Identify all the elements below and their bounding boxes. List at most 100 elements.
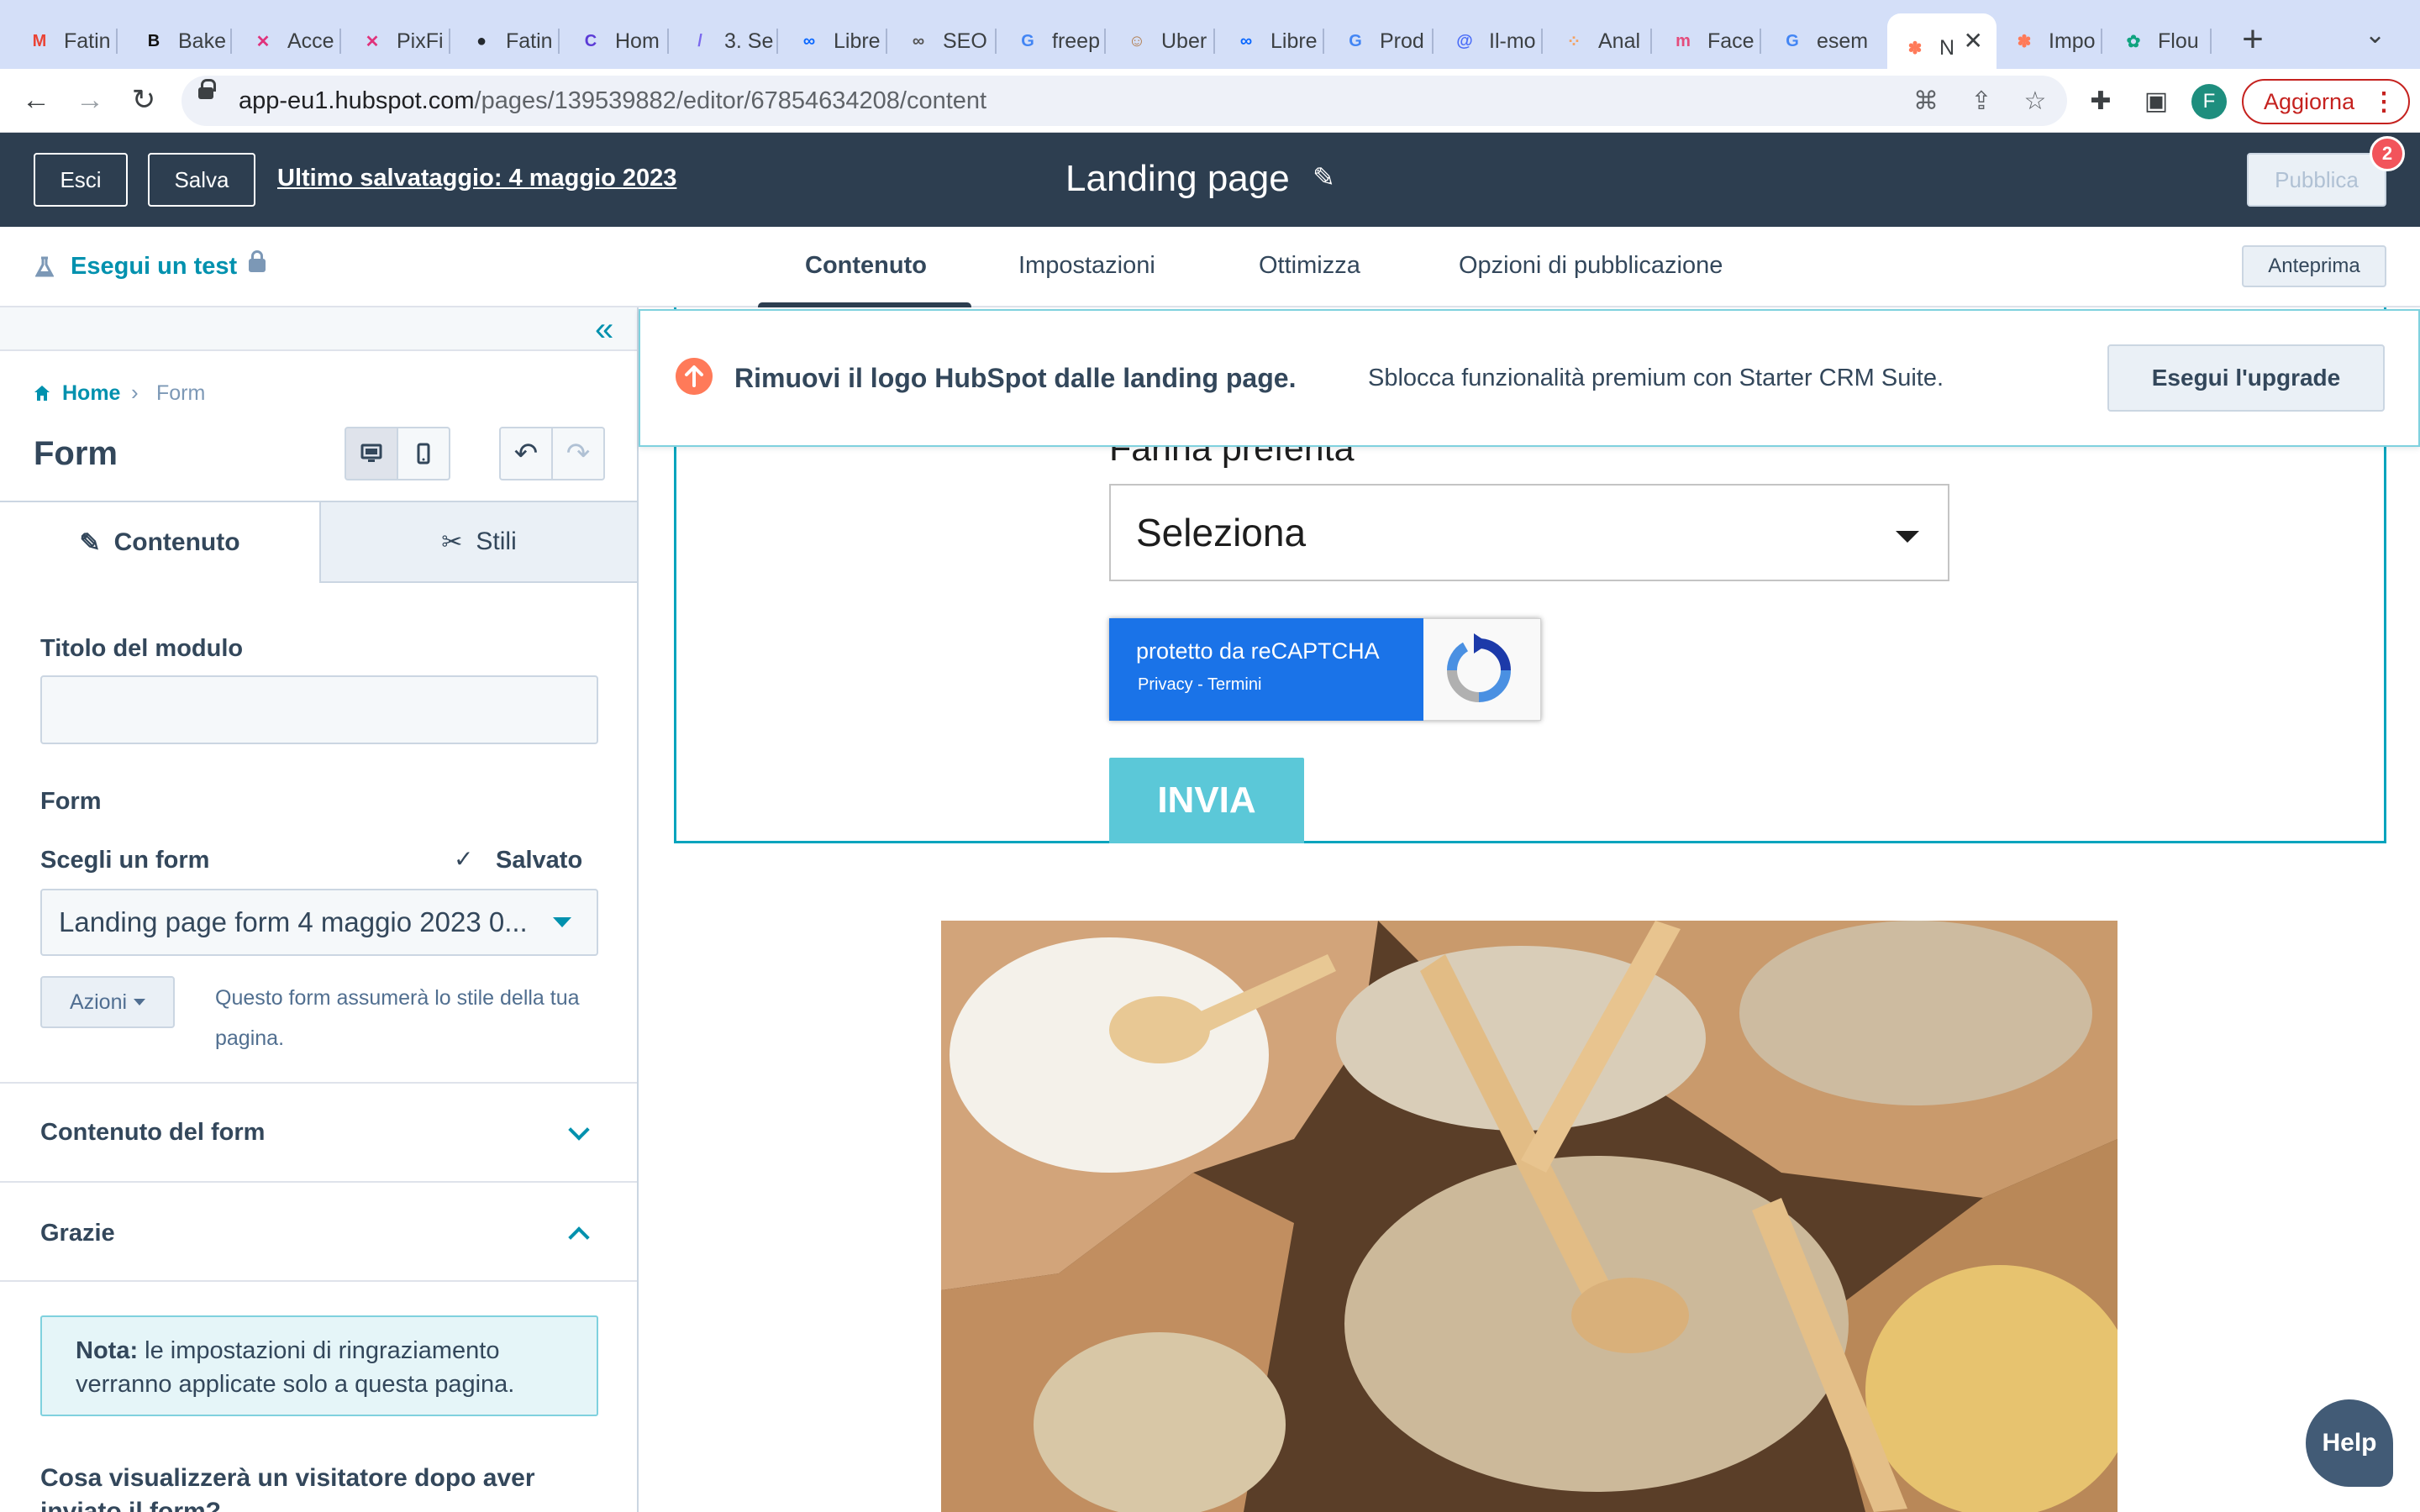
clickup-icon: / xyxy=(697,31,702,50)
browser-tab[interactable]: ✽ Impo xyxy=(1996,13,2102,69)
form-select-dropdown[interactable]: Landing page form 4 maggio 2023 0... xyxy=(40,889,598,956)
panel-tab-content[interactable]: ✎ Contenuto xyxy=(0,502,319,583)
desktop-view-button[interactable] xyxy=(345,427,398,480)
browser-tab-title: Libre xyxy=(1270,29,1318,53)
form-section-label: Form xyxy=(40,788,102,815)
canva-icon: C xyxy=(584,31,597,50)
redo-button[interactable]: ↷ xyxy=(551,427,605,480)
form-style-note: Questo form assumerà lo stile della tua … xyxy=(215,986,580,1050)
save-button[interactable]: Salva xyxy=(148,153,255,207)
browser-tab-title: Impo xyxy=(2049,29,2096,53)
hubspot-icon: ✽ xyxy=(1907,39,1923,58)
browser-tab[interactable]: B Bake xyxy=(126,13,232,69)
browser-tab[interactable]: ✕ PixFi xyxy=(345,13,450,69)
flour-select[interactable]: Seleziona xyxy=(1109,484,1949,581)
browser-tab[interactable]: ∞ Libre xyxy=(781,13,887,69)
update-label: Aggiorna xyxy=(2264,88,2355,114)
exit-button[interactable]: Esci xyxy=(34,153,128,207)
browser-tab-title: 3. Se xyxy=(724,29,774,53)
browser-tab[interactable]: G Prod xyxy=(1328,13,1434,69)
tab-separator xyxy=(230,29,232,54)
browser-tab[interactable]: Gesem xyxy=(1765,13,1870,69)
tab-ottimizza[interactable]: Ottimizza xyxy=(1259,252,1360,280)
browser-tab-title: Face xyxy=(1707,29,1754,53)
profile-avatar[interactable]: F xyxy=(2191,84,2227,119)
forward-arrow-icon[interactable]: → xyxy=(71,81,109,119)
undo-button[interactable]: ↶ xyxy=(499,427,553,480)
lock-icon[interactable] xyxy=(198,79,216,99)
browser-tab-title: N xyxy=(1939,35,1955,60)
browser-tab[interactable]: Gfreep xyxy=(1000,13,1106,69)
last-saved-link[interactable]: Ultimo salvataggio: 4 maggio 2023 xyxy=(277,165,676,192)
github-icon: ● xyxy=(476,31,487,50)
bookmark-star-icon[interactable]: ☆ xyxy=(2018,84,2052,118)
pencil-icon: ✎ xyxy=(79,528,101,557)
meta-icon: ∞ xyxy=(802,31,816,50)
url-text[interactable]: app-eu1.hubspot.com/pages/139539882/edit… xyxy=(239,87,986,115)
browser-tab[interactable]: ● Fatin xyxy=(454,13,560,69)
mailerlite-icon: ✕ xyxy=(365,32,380,51)
tab-separator xyxy=(116,29,118,54)
extensions-puzzle-icon[interactable]: ✚ xyxy=(2084,84,2118,118)
mailerlite-icon: ✕ xyxy=(255,32,271,51)
browser-tab[interactable]: ✿ Flou xyxy=(2106,13,2212,69)
undo-icon: ↶ xyxy=(513,438,539,470)
tab-separator xyxy=(1541,29,1543,54)
mobile-icon xyxy=(417,443,430,465)
browser-tab[interactable]: ⁘ Anal xyxy=(1546,13,1652,69)
form-content-accordion[interactable]: Contenuto del form xyxy=(40,1119,265,1147)
thanks-accordion[interactable]: Grazie xyxy=(40,1220,115,1247)
browser-tab-title: Acce xyxy=(287,29,334,53)
browser-tab[interactable]: C Hom xyxy=(563,13,669,69)
actions-dropdown-button[interactable]: Azioni xyxy=(40,976,175,1028)
tab-separator xyxy=(449,29,450,54)
close-tab-icon[interactable]: ✕ xyxy=(1964,27,1983,55)
update-browser-button[interactable]: Aggiorna ⋮ xyxy=(2242,79,2410,124)
browser-tab-title: esem xyxy=(1817,29,1867,53)
section-divider xyxy=(0,1181,637,1183)
browser-tab[interactable]: ☺ Uber xyxy=(1109,13,1215,69)
recaptcha-links[interactable]: Privacy - Termini xyxy=(1138,675,1261,695)
run-test-link[interactable]: Esegui un test xyxy=(71,253,237,281)
upgrade-button[interactable]: Esegui l'upgrade xyxy=(2107,344,2385,412)
browser-tab[interactable]: m Face xyxy=(1655,13,1761,69)
publish-button[interactable]: Pubblica xyxy=(2247,153,2386,207)
module-title-input[interactable] xyxy=(40,675,598,744)
back-arrow-icon[interactable]: ← xyxy=(17,81,55,119)
browser-tab[interactable]: ✕ Acce xyxy=(235,13,341,69)
tab-opzioni-pubblicazione[interactable]: Opzioni di pubblicazione xyxy=(1459,252,1723,280)
preview-button[interactable]: Anteprima xyxy=(2242,245,2386,287)
editor-tab-bar xyxy=(0,227,2420,307)
panel-tab-content-label: Contenuto xyxy=(113,528,240,556)
browser-tab-title: Uber xyxy=(1161,29,1207,53)
spiral-icon: @ xyxy=(1456,31,1473,50)
browser-tab-title: Bake xyxy=(178,29,226,53)
browser-tab[interactable]: M Fatin xyxy=(12,13,118,69)
pencil-icon[interactable]: ✎ xyxy=(1313,161,1335,193)
tab-impostazioni[interactable]: Impostazioni xyxy=(1018,252,1155,280)
translate-icon[interactable]: ⌘ xyxy=(1909,84,1943,118)
upgrade-arrow-icon xyxy=(676,358,713,395)
caret-down-icon xyxy=(553,917,571,927)
tab-contenuto[interactable]: Contenuto xyxy=(805,252,927,280)
browser-tab[interactable]: / 3. Se xyxy=(672,13,778,69)
reload-icon[interactable]: ↻ xyxy=(124,81,163,119)
share-icon[interactable]: ⇪ xyxy=(1965,84,1998,118)
browser-tab[interactable]: @ Il-mo xyxy=(1437,13,1543,69)
section-divider xyxy=(0,1280,637,1282)
after-submit-label: Cosa visualizzerà un visitatore dopo ave… xyxy=(40,1464,535,1512)
new-tab-button[interactable]: + xyxy=(2233,18,2272,60)
tab-separator xyxy=(339,29,341,54)
panel-tab-styles[interactable]: ✂ Stili xyxy=(319,502,637,583)
browser-tab[interactable]: ∞ Libre xyxy=(1218,13,1324,69)
sidebar-collapse-bar xyxy=(0,307,637,351)
tab-search-chevron-icon[interactable]: ⌄ xyxy=(2365,20,2386,50)
help-button[interactable]: Help xyxy=(2306,1399,2393,1487)
side-panel-icon[interactable]: ▣ xyxy=(2139,84,2173,118)
mobile-view-button[interactable] xyxy=(397,427,450,480)
collapse-double-chevron-icon[interactable]: « xyxy=(595,311,613,349)
browser-tab[interactable]: ∞ SEO xyxy=(891,13,997,69)
submit-button[interactable]: INVIA xyxy=(1109,758,1304,843)
more-menu-icon[interactable]: ⋮ xyxy=(2371,87,2396,117)
breadcrumb-home[interactable]: Home xyxy=(62,381,120,406)
